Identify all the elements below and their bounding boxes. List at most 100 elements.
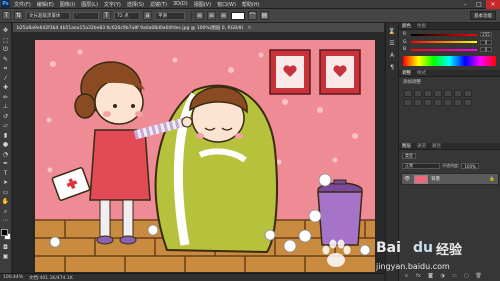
layer-row-background[interactable]: 👁 背景 🔒 — [401, 173, 499, 185]
properties-panel-icon[interactable]: ☰ — [388, 39, 396, 47]
green-slider[interactable] — [411, 41, 477, 43]
foreground-color[interactable] — [0, 228, 8, 236]
quick-mask-icon[interactable]: ◘ — [2, 244, 10, 252]
photo-filter-icon[interactable] — [414, 98, 422, 106]
curves-icon[interactable] — [424, 89, 432, 97]
history-brush-tool-icon[interactable]: ↺ — [2, 113, 10, 121]
blue-slider[interactable] — [411, 48, 477, 51]
levels-icon[interactable] — [414, 89, 422, 97]
eyedropper-tool-icon[interactable]: ⁄ — [2, 75, 10, 83]
marquee-tool-icon[interactable]: ⬚ — [2, 37, 10, 45]
exposure-icon[interactable] — [434, 89, 442, 97]
posterize-icon[interactable] — [444, 98, 452, 106]
hue-saturation-icon[interactable] — [454, 89, 462, 97]
anti-alias-select[interactable]: 平滑 — [155, 11, 185, 20]
workspace-select[interactable]: 基本功能 — [470, 11, 496, 20]
delete-layer-icon[interactable]: 🗑 — [475, 273, 482, 279]
vibrance-icon[interactable] — [444, 89, 452, 97]
invert-icon[interactable] — [434, 98, 442, 106]
eraser-tool-icon[interactable]: ▱ — [2, 122, 10, 130]
document-canvas[interactable] — [35, 40, 375, 272]
red-value[interactable]: 255 — [480, 32, 492, 37]
hand-tool-icon[interactable]: ✋ — [2, 198, 10, 206]
character-panel-icon[interactable]: ▤ — [260, 11, 269, 20]
menu-window[interactable]: 窗口(W) — [217, 1, 236, 8]
quick-select-tool-icon[interactable]: ✎ — [2, 56, 10, 64]
blue-value[interactable]: 0 — [480, 47, 492, 52]
text-color-swatch[interactable] — [231, 11, 245, 20]
type-tool-icon[interactable]: T — [2, 170, 10, 178]
font-size-select[interactable]: 72 点 — [114, 11, 140, 20]
font-style-select[interactable]: - — [73, 11, 99, 20]
tab-paths[interactable]: 路径 — [432, 143, 441, 149]
new-layer-icon[interactable]: ▢ — [463, 273, 470, 279]
color-swatches[interactable] — [0, 228, 11, 241]
path-selection-tool-icon[interactable]: ➤ — [2, 179, 10, 187]
channel-mixer-icon[interactable] — [424, 98, 432, 106]
zoom-level[interactable]: 100.44% — [3, 275, 23, 280]
layer-kind-select[interactable]: 类型 — [402, 153, 416, 159]
opacity-field[interactable]: 100% — [461, 163, 479, 169]
blur-tool-icon[interactable]: ● — [2, 141, 10, 149]
minimize-button[interactable]: – — [458, 0, 472, 9]
move-tool-icon[interactable]: ✥ — [2, 27, 10, 35]
maximize-button[interactable]: □ — [472, 0, 486, 9]
threshold-icon[interactable] — [454, 98, 462, 106]
menu-image[interactable]: 图像(I) — [60, 1, 75, 8]
font-family-select[interactable]: 文长超级黑篆体 — [26, 11, 70, 20]
menu-edit[interactable]: 编辑(E) — [37, 1, 54, 8]
menu-type[interactable]: 文字(Y) — [104, 1, 121, 8]
clone-stamp-tool-icon[interactable]: ⊥ — [2, 103, 10, 111]
dodge-tool-icon[interactable]: ◔ — [2, 151, 10, 159]
crop-tool-icon[interactable]: ⌗ — [2, 65, 10, 73]
tab-layers[interactable]: 图层 — [402, 143, 411, 149]
menu-help[interactable]: 帮助(H) — [242, 1, 260, 8]
close-button[interactable]: ✕ — [486, 0, 500, 9]
tab-swatches[interactable]: 色板 — [417, 23, 426, 29]
screen-mode-icon[interactable]: ▣ — [2, 253, 10, 261]
pen-tool-icon[interactable]: ✒ — [2, 160, 10, 168]
character-panel-icon[interactable]: A — [388, 51, 396, 59]
green-value[interactable]: 0 — [480, 39, 492, 45]
paragraph-panel-icon[interactable]: ¶ — [388, 63, 396, 71]
mask-icon[interactable]: ◙ — [427, 273, 434, 279]
align-center-icon[interactable]: ≡ — [207, 11, 216, 20]
history-panel-icon[interactable]: ⌛ — [388, 27, 396, 35]
eye-icon[interactable]: 👁 — [404, 176, 411, 182]
lasso-tool-icon[interactable]: ᘎ — [2, 46, 10, 54]
menu-file[interactable]: 文件(F) — [14, 1, 31, 8]
color-balance-icon[interactable] — [464, 89, 472, 97]
group-icon[interactable]: ▭ — [451, 273, 458, 279]
gradient-map-icon[interactable] — [464, 98, 472, 106]
document-tab[interactable]: b25a8a9e642f3b4 4b51aea15a32be83 6c626c9… — [13, 23, 384, 33]
red-slider[interactable] — [411, 33, 477, 36]
tab-color[interactable]: 颜色 — [402, 23, 411, 29]
tab-channels[interactable]: 通道 — [417, 143, 426, 149]
align-right-icon[interactable]: ≡ — [219, 11, 228, 20]
healing-brush-tool-icon[interactable]: ✚ — [2, 84, 10, 92]
menu-view[interactable]: 视图(V) — [194, 1, 211, 8]
text-orientation-icon[interactable]: ⇅ — [14, 11, 23, 20]
brightness-contrast-icon[interactable] — [404, 89, 412, 97]
rectangle-tool-icon[interactable]: ▭ — [2, 189, 10, 197]
gradient-tool-icon[interactable]: ▮ — [2, 132, 10, 140]
color-spectrum[interactable] — [403, 55, 496, 66]
more-tools-icon[interactable]: ⋯ — [2, 217, 10, 225]
black-white-icon[interactable] — [404, 98, 412, 106]
menu-filter[interactable]: 滤镜(T) — [150, 1, 167, 8]
adjustment-layer-icon[interactable]: ◑ — [439, 273, 446, 279]
menu-select[interactable]: 选择(S) — [127, 1, 144, 8]
type-tool-icon[interactable]: T — [2, 11, 11, 20]
blend-mode-select[interactable]: 正常 — [402, 163, 440, 169]
menu-layer[interactable]: 图层(L) — [81, 1, 98, 8]
menu-3d[interactable]: 3D(D) — [173, 1, 188, 7]
tab-adjustments[interactable]: 调整 — [402, 70, 411, 76]
warp-text-icon[interactable]: ⌒ — [248, 11, 257, 20]
align-left-icon[interactable]: ≡ — [195, 11, 204, 20]
close-icon[interactable]: × — [247, 25, 251, 31]
link-icon[interactable]: ∞ — [403, 273, 410, 279]
zoom-tool-icon[interactable]: ⌕ — [2, 208, 10, 216]
fx-icon[interactable]: fx — [415, 273, 422, 279]
tab-styles[interactable]: 样式 — [417, 70, 426, 76]
brush-tool-icon[interactable]: ✏ — [2, 94, 10, 102]
